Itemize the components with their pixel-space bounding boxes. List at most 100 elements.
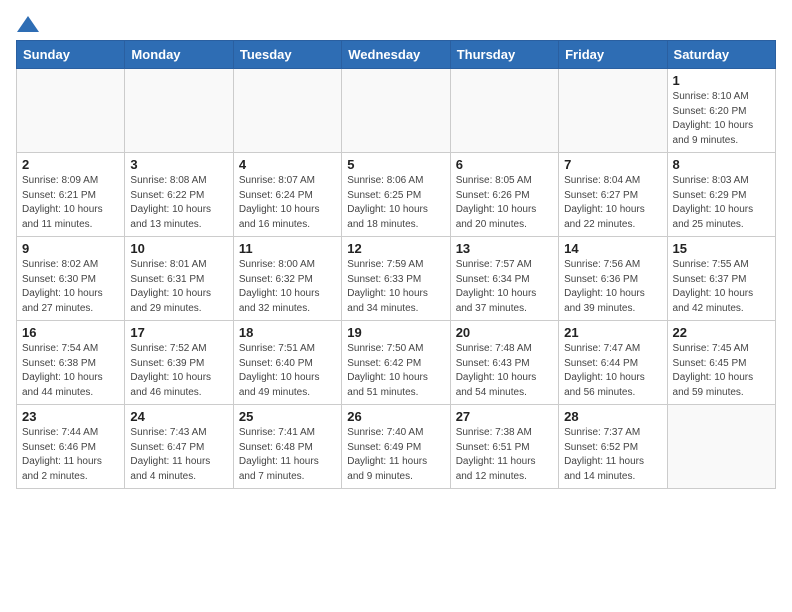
calendar-cell: 24 Sunrise: 7:43 AM Sunset: 6:47 PM Dayli… (125, 405, 233, 489)
day-number: 27 (456, 409, 553, 424)
day-info: Sunrise: 8:01 AM Sunset: 6:31 PM Dayligh… (130, 258, 227, 316)
calendar-cell: 1 Sunrise: 8:10 AM Sunset: 6:20 PM Daylig… (667, 69, 775, 153)
calendar-cell: 26 Sunrise: 7:40 AM Sunset: 6:49 PM Dayli… (342, 405, 450, 489)
calendar-cell: 11Sunrise: 8:00 AM Sunset: 6:32 PM Dayli… (233, 237, 341, 321)
day-number: 5 (347, 157, 444, 172)
day-number: 15 (673, 241, 770, 256)
day-number: 24 (130, 409, 227, 424)
day-number: 16 (22, 325, 119, 340)
day-info: Sunrise: 7:45 AM Sunset: 6:45 PM Dayligh… (673, 342, 770, 400)
calendar-header-row: SundayMondayTuesdayWednesdayThursdayFrid… (17, 41, 776, 69)
day-number: 22 (673, 325, 770, 340)
day-info: Sunrise: 8:08 AM Sunset: 6:22 PM Dayligh… (130, 174, 227, 232)
day-number: 4 (239, 157, 336, 172)
calendar-week-1: 1 Sunrise: 8:10 AM Sunset: 6:20 PM Daylig… (17, 69, 776, 153)
day-info: Sunrise: 7:44 AM Sunset: 6:46 PM Dayligh… (22, 426, 119, 484)
day-info: Sunrise: 7:57 AM Sunset: 6:34 PM Dayligh… (456, 258, 553, 316)
calendar-week-5: 23 Sunrise: 7:44 AM Sunset: 6:46 PM Dayli… (17, 405, 776, 489)
calendar-cell: 22 Sunrise: 7:45 AM Sunset: 6:45 PM Dayli… (667, 321, 775, 405)
day-number: 18 (239, 325, 336, 340)
calendar-week-3: 9 Sunrise: 8:02 AM Sunset: 6:30 PM Daylig… (17, 237, 776, 321)
day-number: 6 (456, 157, 553, 172)
day-number: 19 (347, 325, 444, 340)
day-number: 23 (22, 409, 119, 424)
day-header-friday: Friday (559, 41, 667, 69)
day-info: Sunrise: 8:00 AM Sunset: 6:32 PM Dayligh… (239, 258, 336, 316)
calendar-cell (667, 405, 775, 489)
day-info: Sunrise: 7:56 AM Sunset: 6:36 PM Dayligh… (564, 258, 661, 316)
calendar-cell: 12 Sunrise: 7:59 AM Sunset: 6:33 PM Dayli… (342, 237, 450, 321)
logo (16, 16, 40, 28)
day-number: 9 (22, 241, 119, 256)
calendar-cell: 13 Sunrise: 7:57 AM Sunset: 6:34 PM Dayli… (450, 237, 558, 321)
calendar-cell: 16 Sunrise: 7:54 AM Sunset: 6:38 PM Dayli… (17, 321, 125, 405)
day-number: 17 (130, 325, 227, 340)
day-number: 2 (22, 157, 119, 172)
day-header-sunday: Sunday (17, 41, 125, 69)
logo-icon (17, 16, 39, 32)
day-info: Sunrise: 7:54 AM Sunset: 6:38 PM Dayligh… (22, 342, 119, 400)
calendar-body: 1 Sunrise: 8:10 AM Sunset: 6:20 PM Daylig… (17, 69, 776, 489)
calendar-cell (125, 69, 233, 153)
calendar-cell: 28 Sunrise: 7:37 AM Sunset: 6:52 PM Dayli… (559, 405, 667, 489)
day-number: 13 (456, 241, 553, 256)
calendar-cell: 20 Sunrise: 7:48 AM Sunset: 6:43 PM Dayli… (450, 321, 558, 405)
day-number: 26 (347, 409, 444, 424)
calendar-cell: 10 Sunrise: 8:01 AM Sunset: 6:31 PM Dayli… (125, 237, 233, 321)
day-header-wednesday: Wednesday (342, 41, 450, 69)
day-number: 14 (564, 241, 661, 256)
day-info: Sunrise: 7:37 AM Sunset: 6:52 PM Dayligh… (564, 426, 661, 484)
day-number: 7 (564, 157, 661, 172)
day-header-tuesday: Tuesday (233, 41, 341, 69)
day-info: Sunrise: 8:06 AM Sunset: 6:25 PM Dayligh… (347, 174, 444, 232)
day-info: Sunrise: 8:04 AM Sunset: 6:27 PM Dayligh… (564, 174, 661, 232)
calendar-week-2: 2 Sunrise: 8:09 AM Sunset: 6:21 PM Daylig… (17, 153, 776, 237)
calendar-cell: 15Sunrise: 7:55 AM Sunset: 6:37 PM Dayli… (667, 237, 775, 321)
day-info: Sunrise: 7:48 AM Sunset: 6:43 PM Dayligh… (456, 342, 553, 400)
calendar-cell (559, 69, 667, 153)
day-info: Sunrise: 7:41 AM Sunset: 6:48 PM Dayligh… (239, 426, 336, 484)
day-header-thursday: Thursday (450, 41, 558, 69)
day-number: 1 (673, 73, 770, 88)
calendar-cell: 25 Sunrise: 7:41 AM Sunset: 6:48 PM Dayli… (233, 405, 341, 489)
calendar-cell: 27Sunrise: 7:38 AM Sunset: 6:51 PM Dayli… (450, 405, 558, 489)
day-info: Sunrise: 8:10 AM Sunset: 6:20 PM Dayligh… (673, 90, 770, 148)
calendar: SundayMondayTuesdayWednesdayThursdayFrid… (16, 40, 776, 489)
calendar-cell: 18Sunrise: 7:51 AM Sunset: 6:40 PM Dayli… (233, 321, 341, 405)
day-info: Sunrise: 7:40 AM Sunset: 6:49 PM Dayligh… (347, 426, 444, 484)
calendar-cell: 23 Sunrise: 7:44 AM Sunset: 6:46 PM Dayli… (17, 405, 125, 489)
calendar-cell: 7 Sunrise: 8:04 AM Sunset: 6:27 PM Daylig… (559, 153, 667, 237)
day-info: Sunrise: 7:52 AM Sunset: 6:39 PM Dayligh… (130, 342, 227, 400)
calendar-cell: 21 Sunrise: 7:47 AM Sunset: 6:44 PM Dayli… (559, 321, 667, 405)
day-header-saturday: Saturday (667, 41, 775, 69)
day-number: 12 (347, 241, 444, 256)
calendar-cell (233, 69, 341, 153)
calendar-cell (450, 69, 558, 153)
calendar-cell: 3 Sunrise: 8:08 AM Sunset: 6:22 PM Daylig… (125, 153, 233, 237)
calendar-cell: 14 Sunrise: 7:56 AM Sunset: 6:36 PM Dayli… (559, 237, 667, 321)
day-info: Sunrise: 7:43 AM Sunset: 6:47 PM Dayligh… (130, 426, 227, 484)
day-number: 10 (130, 241, 227, 256)
day-header-monday: Monday (125, 41, 233, 69)
calendar-cell: 5 Sunrise: 8:06 AM Sunset: 6:25 PM Daylig… (342, 153, 450, 237)
calendar-cell: 19 Sunrise: 7:50 AM Sunset: 6:42 PM Dayli… (342, 321, 450, 405)
calendar-cell: 8Sunrise: 8:03 AM Sunset: 6:29 PM Daylig… (667, 153, 775, 237)
calendar-cell (17, 69, 125, 153)
header (16, 16, 776, 28)
day-number: 21 (564, 325, 661, 340)
day-info: Sunrise: 8:02 AM Sunset: 6:30 PM Dayligh… (22, 258, 119, 316)
day-number: 25 (239, 409, 336, 424)
calendar-cell: 9 Sunrise: 8:02 AM Sunset: 6:30 PM Daylig… (17, 237, 125, 321)
day-number: 3 (130, 157, 227, 172)
calendar-cell (342, 69, 450, 153)
day-info: Sunrise: 8:03 AM Sunset: 6:29 PM Dayligh… (673, 174, 770, 232)
day-info: Sunrise: 7:50 AM Sunset: 6:42 PM Dayligh… (347, 342, 444, 400)
day-info: Sunrise: 8:05 AM Sunset: 6:26 PM Dayligh… (456, 174, 553, 232)
day-info: Sunrise: 7:59 AM Sunset: 6:33 PM Dayligh… (347, 258, 444, 316)
day-number: 20 (456, 325, 553, 340)
calendar-cell: 4Sunrise: 8:07 AM Sunset: 6:24 PM Daylig… (233, 153, 341, 237)
calendar-cell: 2 Sunrise: 8:09 AM Sunset: 6:21 PM Daylig… (17, 153, 125, 237)
day-info: Sunrise: 7:47 AM Sunset: 6:44 PM Dayligh… (564, 342, 661, 400)
day-info: Sunrise: 8:09 AM Sunset: 6:21 PM Dayligh… (22, 174, 119, 232)
day-number: 28 (564, 409, 661, 424)
